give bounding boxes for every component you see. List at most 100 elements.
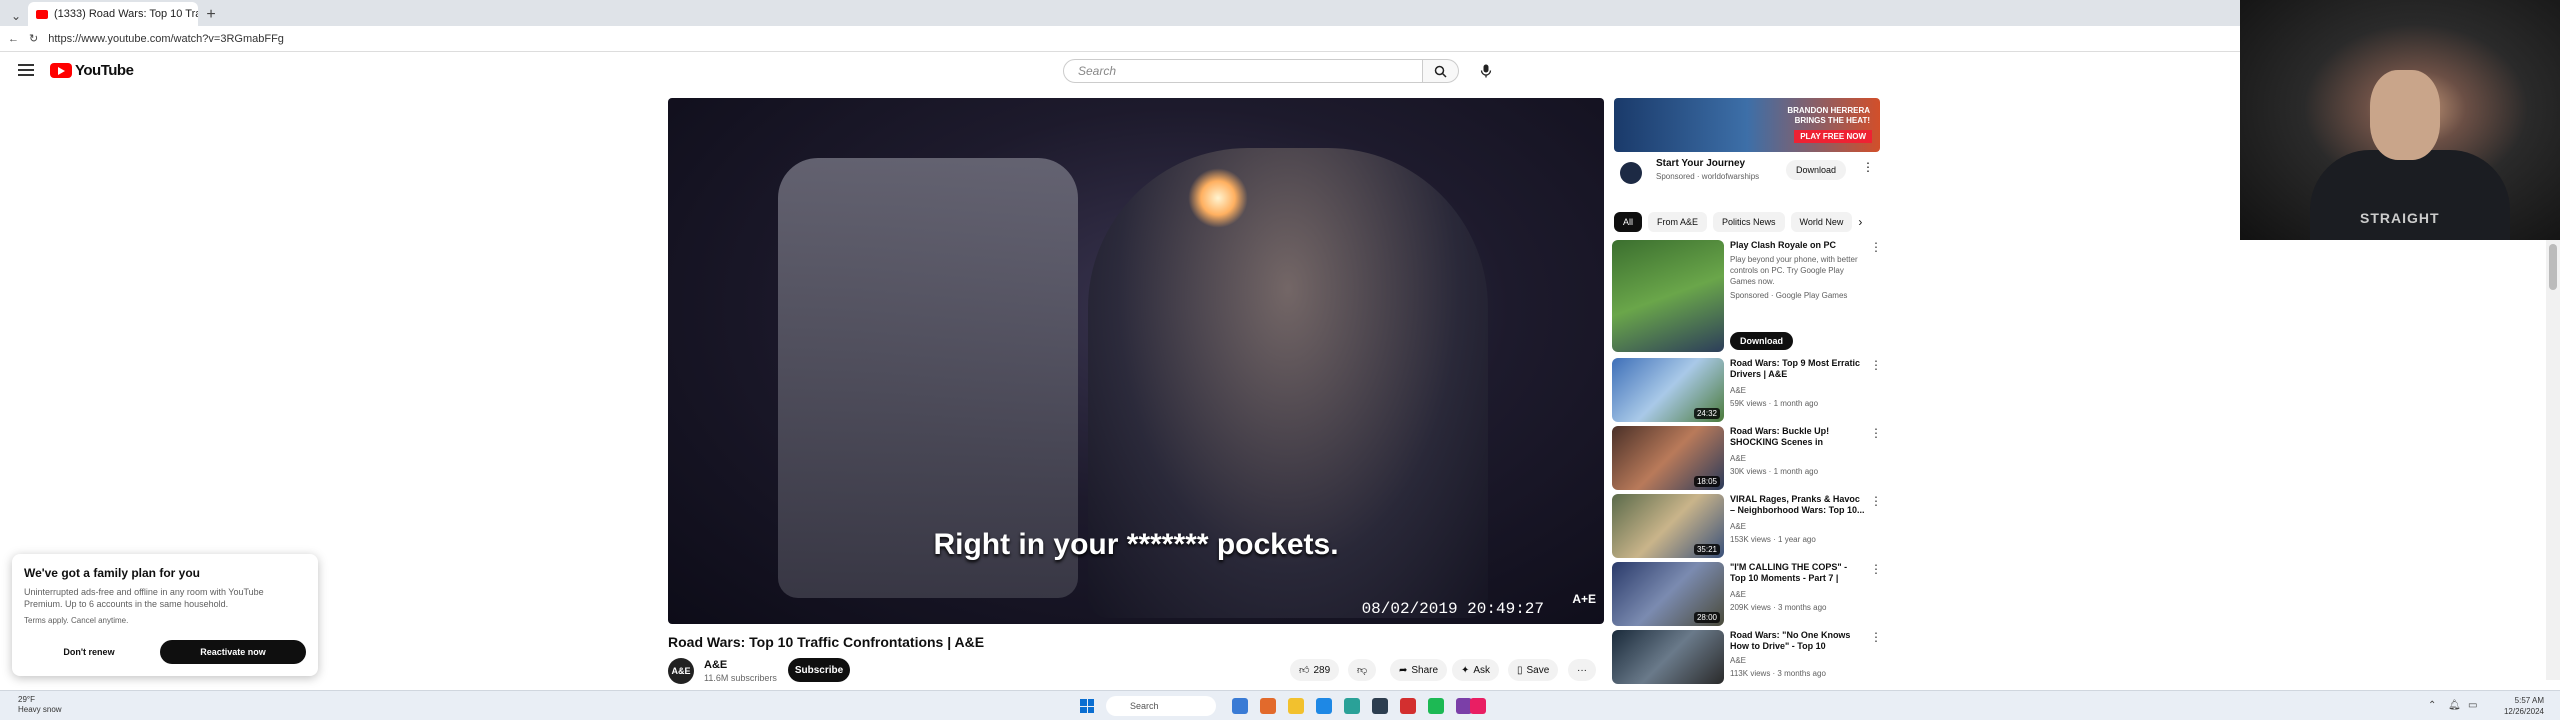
recommendation-item[interactable]: 28:00 "I'M CALLING THE COPS" - Top 10 Mo… [1612,562,1882,626]
video-duration: 18:05 [1693,476,1720,487]
share-icon: ➦ [1399,664,1408,676]
recommendation-title[interactable]: VIRAL Rages, Pranks & Havoc – Neighborho… [1730,494,1865,516]
video-thumbnail[interactable]: 24:32 [1612,358,1724,422]
subscribe-button[interactable]: Subscribe [788,658,850,682]
recommendation-item[interactable]: Play Clash Royale on PC Play beyond your… [1612,240,1882,352]
recommendation-stats: 30K views · 1 month ago [1730,467,1819,476]
recommendation-title[interactable]: Road Wars: Top 9 Most Erratic Drivers | … [1730,358,1865,380]
dislike-button[interactable]: 👎︎ [1348,659,1377,681]
channel-name[interactable]: A&E [704,659,727,671]
reload-icon[interactable]: ↻ [29,32,38,45]
share-label: Share [1411,664,1439,676]
recommendation-channel[interactable]: A&E [1730,589,1746,600]
more-options-icon[interactable]: ⋮ [1870,358,1882,372]
browser-tab-youtube[interactable]: (1333) Road Wars: Top 10 Traf × [28,2,198,26]
ad-more-icon[interactable]: ⋮ [1862,160,1874,174]
more-options-icon[interactable]: ⋮ [1870,240,1882,254]
download-button[interactable]: Download [1730,332,1793,350]
save-button[interactable]: ▯ Save [1508,659,1559,681]
chip-from-ae[interactable]: From A&E [1648,212,1708,232]
webcam-person-face [2370,70,2440,160]
tray-chevron-icon[interactable]: ⌃ [2428,700,2436,711]
taskbar-search[interactable]: Search [1106,696,1216,716]
recommendation-channel[interactable]: A&E [1730,521,1746,532]
more-actions-button[interactable]: ··· [1568,659,1596,681]
recommendation-channel[interactable]: A&E [1730,453,1746,464]
chip-politics-news[interactable]: Politics News [1713,212,1785,232]
channel-avatar[interactable]: A&E [668,658,694,684]
video-thumbnail[interactable]: 35:21 [1612,494,1724,558]
search-input[interactable]: Search [1063,59,1423,83]
chip-all[interactable]: All [1614,212,1643,232]
taskbar-app-icon[interactable] [1400,698,1416,714]
logo-text: YouTube [75,62,134,79]
recommendation-item[interactable]: 18:05 Road Wars: Buckle Up! SHOCKING Sce… [1612,426,1882,490]
like-button[interactable]: 👍︎ 289 [1290,659,1340,681]
ad-play-button[interactable]: PLAY FREE NOW [1794,130,1872,143]
video-thumbnail[interactable] [1612,240,1724,352]
taskbar-app-icon[interactable] [1260,698,1276,714]
recommendation-item[interactable]: 35:21 VIRAL Rages, Pranks & Havoc – Neig… [1612,494,1882,558]
scrollbar-thumb[interactable] [2549,244,2557,290]
address-bar[interactable]: https://www.youtube.com/watch?v=3RGmabFF… [48,33,284,45]
more-options-icon[interactable]: ⋮ [1870,630,1882,644]
recommendation-channel[interactable]: A&E [1730,385,1746,396]
spotify-icon[interactable] [1428,698,1444,714]
youtube-play-icon [50,63,72,78]
chevron-right-icon[interactable]: › [1858,212,1862,232]
ask-button[interactable]: ✦ Ask [1452,659,1500,681]
recommendation-title[interactable]: Road Wars: "No One Knows How to Drive" -… [1730,630,1865,652]
more-options-icon[interactable]: ⋮ [1870,426,1882,440]
video-player[interactable]: Right in your ******* pockets. 08/02/201… [668,98,1604,624]
ask-label: Ask [1473,664,1491,676]
recommendation-title[interactable]: Play Clash Royale on PC [1730,240,1865,251]
system-clock[interactable]: 5:57 AM 12/26/2024 [2504,695,2544,717]
more-options-icon[interactable]: ⋮ [1870,494,1882,508]
ad-banner[interactable]: BRANDON HERRERA BRINGS THE HEAT! PLAY FR… [1614,98,1880,152]
recommendation-channel[interactable]: A&E [1730,655,1746,666]
ad-download-button[interactable]: Download [1786,160,1847,180]
voice-search-button[interactable] [1474,59,1498,83]
new-tab-button[interactable]: + [198,4,224,26]
ad-banner-line1: BRANDON HERRERA [1787,106,1870,115]
advertiser-avatar [1620,162,1642,184]
popup-title: We've got a family plan for you [24,566,200,580]
recommendation-item[interactable]: 24:32 Road Wars: Top 9 Most Erratic Driv… [1612,358,1882,422]
ad-sponsor: Sponsored · worldofwarships [1656,172,1760,181]
recommendation-title[interactable]: Road Wars: Buckle Up! SHOCKING Scenes in… [1730,426,1865,448]
reactivate-button[interactable]: Reactivate now [160,640,306,664]
tab-list-button[interactable]: ⌄ [4,6,28,26]
windows-start-icon[interactable] [1080,699,1094,713]
ad-banner-text: BRANDON HERRERA BRINGS THE HEAT! [1787,106,1870,126]
edge-browser-icon[interactable] [1344,698,1360,714]
recommendation-title[interactable]: "I'M CALLING THE COPS" - Top 10 Moments … [1730,562,1865,584]
taskbar-app-icon[interactable] [1232,698,1248,714]
youtube-logo[interactable]: YouTube [50,62,134,79]
page-scrollbar[interactable] [2546,240,2560,680]
hamburger-menu-icon[interactable] [18,64,34,76]
thumbs-down-icon: 👎︎ [1357,665,1368,676]
back-arrow-icon[interactable]: ← [8,33,19,45]
video-thumbnail[interactable]: 28:00 [1612,562,1724,626]
share-button[interactable]: ➦ Share [1390,659,1448,681]
network-icon[interactable]: ▭ [2468,700,2477,711]
ad-banner-line2: BRINGS THE HEAT! [1794,116,1870,125]
youtube-header: YouTube Search [0,54,2240,88]
folder-icon[interactable] [1288,698,1304,714]
chip-world-news[interactable]: World New [1790,212,1853,232]
webcam-person-shirt [2310,150,2510,240]
more-options-icon[interactable]: ⋮ [1870,562,1882,576]
video-thumbnail[interactable] [1612,630,1724,684]
recommendation-stats: 209K views · 3 months ago [1730,603,1827,612]
sidebar-ad[interactable]: BRANDON HERRERA BRINGS THE HEAT! PLAY FR… [1614,98,1880,198]
weather-widget[interactable]: 29°F Heavy snow [18,695,62,715]
taskbar-app-icon[interactable] [1470,698,1486,714]
search-button[interactable] [1423,59,1459,83]
taskbar-app-icon[interactable] [1372,698,1388,714]
taskbar-app-icon[interactable] [1316,698,1332,714]
tab-title: (1333) Road Wars: Top 10 Traf [54,8,198,20]
dismiss-button[interactable]: Don't renew [24,640,154,664]
notification-bell-icon[interactable]: 🔔︎ [2448,700,2461,711]
video-thumbnail[interactable]: 18:05 [1612,426,1724,490]
recommendation-item[interactable]: Road Wars: "No One Knows How to Drive" -… [1612,630,1882,684]
